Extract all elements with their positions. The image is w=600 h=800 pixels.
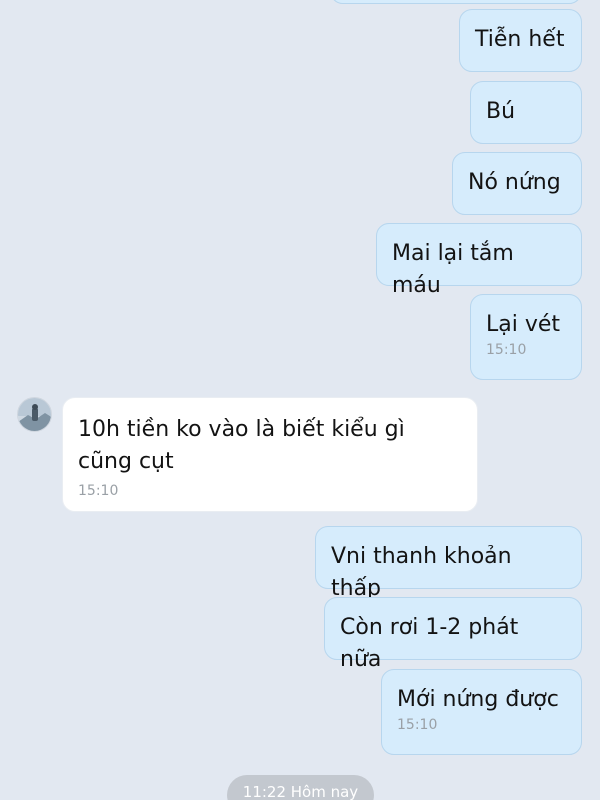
message-text: Lại vét [486, 312, 561, 337]
message-text: Mới nứng được [397, 687, 559, 712]
message-text: Vni thanh khoản thấp [331, 544, 512, 601]
message-text: 10h tiền ko vào là biết kiểu gì cũng cụt [78, 417, 405, 474]
message-text: Mai lại tắm máu [392, 241, 514, 298]
message-timestamp: 15:10 [78, 483, 119, 499]
message-bubble-outgoing[interactable]: Tiễn hết [459, 9, 582, 72]
message-text: Bú [486, 99, 516, 124]
message-bubble-outgoing[interactable]: Còn rơi 1-2 phát nữa [324, 597, 582, 672]
message-timestamp: 15:10 [397, 717, 438, 733]
message-text: Tiễn hết [475, 27, 565, 52]
message-bubble-outgoing[interactable]: Lại vét 15:10 [470, 294, 582, 380]
message-text: Nó nứng [468, 170, 561, 195]
time-separator: 11:22 Hôm nay [227, 775, 374, 800]
message-timestamp: 15:10 [486, 342, 527, 358]
message-bubble-outgoing[interactable]: Mai lại tắm máu [376, 223, 582, 298]
message-bubble-outgoing[interactable]: Bú [470, 81, 582, 144]
contact-avatar[interactable] [17, 397, 52, 432]
message-bubble-incoming[interactable]: 10h tiền ko vào là biết kiểu gì cũng cụt… [62, 397, 478, 512]
chat-area[interactable]: Tiễn hết Bú Nó nứng Mai lại tắm máu Lại … [0, 0, 600, 800]
message-bubble-partial[interactable] [330, 0, 582, 4]
message-bubble-outgoing[interactable]: Vni thanh khoản thấp [315, 526, 582, 601]
message-text: Còn rơi 1-2 phát nữa [340, 615, 519, 672]
avatar-photo-icon [18, 398, 51, 431]
message-bubble-outgoing[interactable]: Nó nứng [452, 152, 582, 215]
message-bubble-outgoing[interactable]: Mới nứng được 15:10 [381, 669, 582, 755]
